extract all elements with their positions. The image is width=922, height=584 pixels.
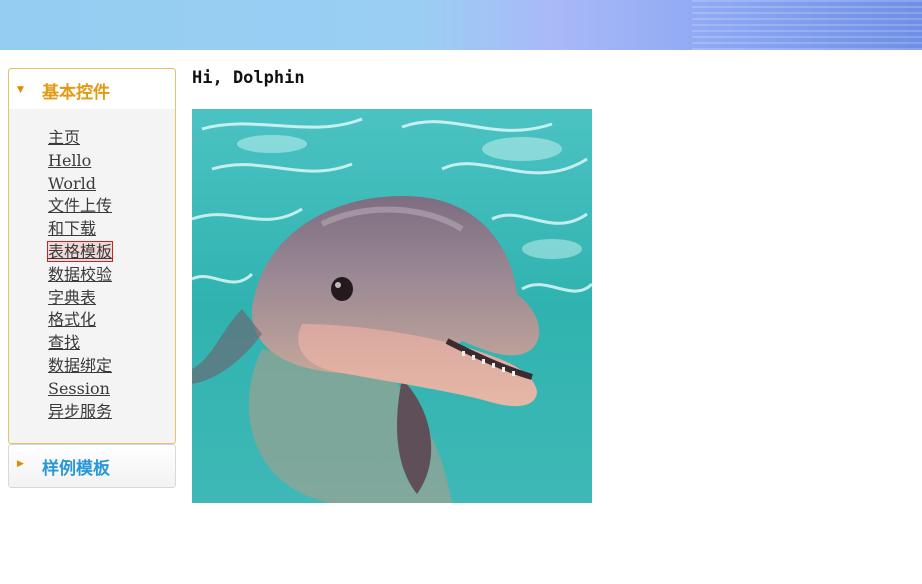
nav-link-table-template[interactable]: 表格模板 [46,240,114,262]
accordion-header-basic-controls[interactable]: ▼ 基本控件 [9,69,175,109]
nav-item: 主页 [48,127,112,150]
nav-item: Hello [48,150,112,173]
accordion-title: 基本控件 [42,83,110,103]
nav-link-search[interactable]: 查找 [48,333,80,352]
banner-stripes [692,0,922,50]
dolphin-image [192,109,592,503]
nav-link-and-download[interactable]: 和下载 [48,219,96,238]
nav-menu: 主页 Hello World 文件上传 和下载 表格模板 数据校验 字典表 格式… [46,127,114,424]
nav-item: Session [48,378,112,401]
nav-link-home[interactable]: 主页 [48,128,80,147]
nav-link-format[interactable]: 格式化 [48,310,96,329]
nav-item: 数据校验 [48,264,112,287]
header-banner [0,0,922,50]
caret-right-icon: ▶ [17,459,24,469]
nav-item: 查找 [48,332,112,355]
nav-item: 异步服务 [48,401,112,424]
nav-item: 和下载 [48,218,112,241]
nav-item: 文件上传 [48,195,112,218]
nav-item: 字典表 [48,287,112,310]
accordion-header-sample-templates[interactable]: ▶ 样例模板 [9,445,175,485]
nav-item-selected: 表格模板 [46,240,114,264]
accordion-panel-basic-controls: ▼ 基本控件 主页 Hello World 文件上传 和下载 表格模板 数据校验… [8,68,176,444]
accordion-title: 样例模板 [42,459,110,479]
nav-link-dictionary[interactable]: 字典表 [48,288,96,307]
accordion-panel-sample-templates: ▶ 样例模板 [8,444,176,488]
nav-link-hello[interactable]: Hello [48,151,91,170]
nav-link-async-service[interactable]: 异步服务 [48,402,112,421]
nav-link-file-upload[interactable]: 文件上传 [48,196,112,215]
nav-link-session[interactable]: Session [48,379,110,398]
dolphin-illustration [192,109,592,503]
greeting-text: Hi, Dolphin [192,68,305,88]
nav-item: 格式化 [48,309,112,332]
nav-link-data-validation[interactable]: 数据校验 [48,265,112,284]
caret-down-icon: ▼ [17,85,24,95]
nav-item: World [48,173,112,196]
nav-item: 数据绑定 [48,355,112,378]
nav-link-world[interactable]: World [48,174,96,193]
nav-link-data-binding[interactable]: 数据绑定 [48,356,112,375]
